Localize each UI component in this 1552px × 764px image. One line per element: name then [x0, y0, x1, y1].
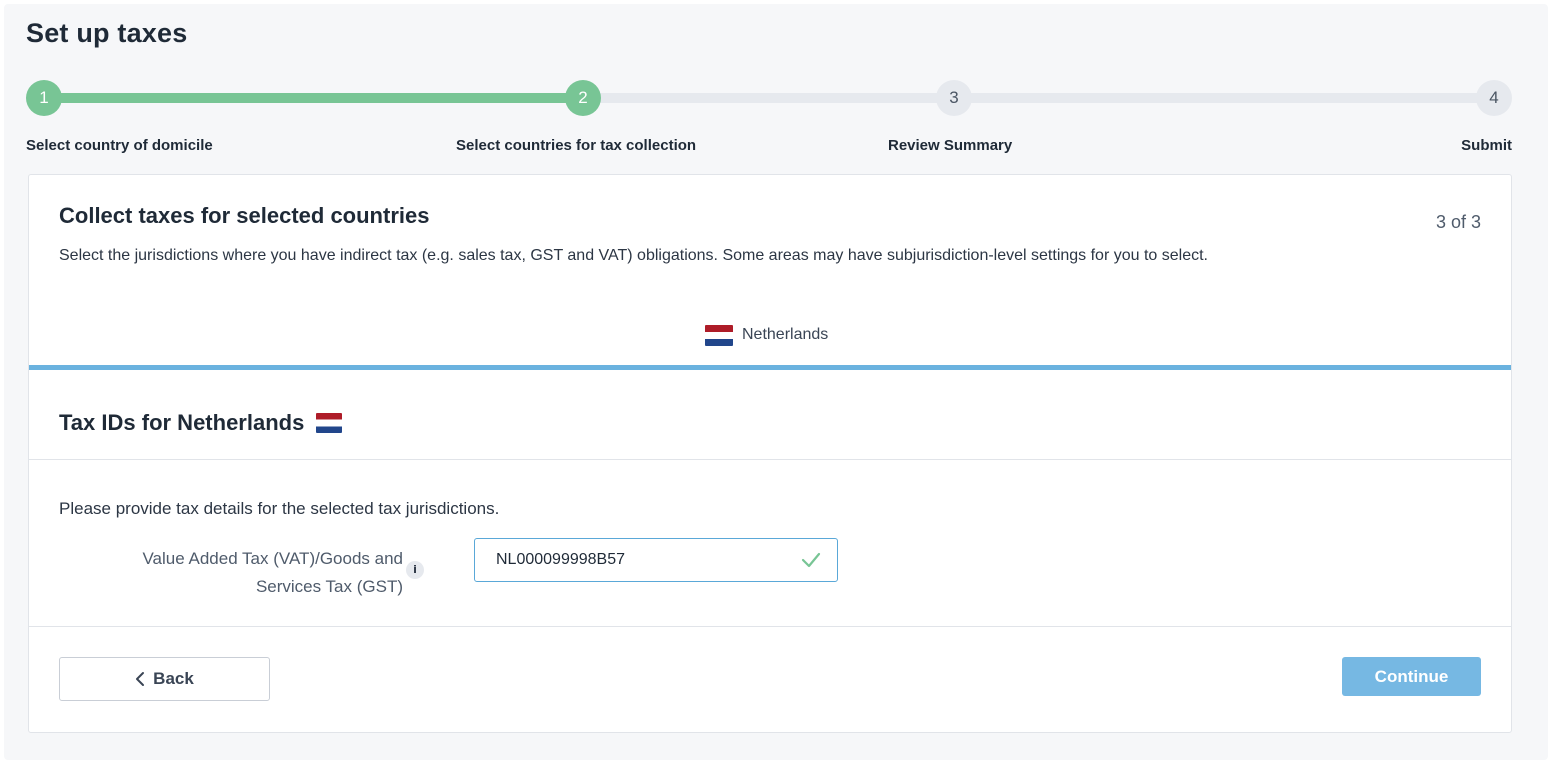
section-divider — [29, 459, 1511, 460]
step-1-label: Select country of domicile — [26, 137, 213, 154]
step-4-circle: 4 — [1476, 80, 1512, 116]
info-icon[interactable]: i — [406, 561, 424, 579]
step-3-label: Review Summary — [888, 137, 1013, 154]
active-tab-indicator — [29, 365, 1511, 370]
vat-input-wrapper — [474, 538, 838, 582]
card-description: Select the jurisdictions where you have … — [59, 247, 1208, 264]
checkmark-icon — [801, 552, 821, 568]
vat-input[interactable] — [475, 539, 795, 581]
progress-stepper: 1 2 3 4 Select country of domicile Selec… — [26, 80, 1512, 160]
tax-ids-title: Tax IDs for Netherlands — [59, 410, 305, 435]
page-container: Set up taxes 1 2 3 4 Select country of d… — [4, 4, 1548, 760]
footer-divider — [29, 626, 1511, 627]
back-button[interactable]: Back — [59, 657, 270, 701]
step-3-circle: 3 — [936, 80, 972, 116]
step-1-circle: 1 — [26, 80, 62, 116]
step-2-label: Select countries for tax collection — [456, 137, 697, 154]
tab-netherlands[interactable]: Netherlands — [705, 323, 828, 347]
card-title: Collect taxes for selected countries — [59, 203, 430, 228]
tab-netherlands-label: Netherlands — [742, 326, 829, 343]
step-2-circle: 2 — [565, 80, 601, 116]
vat-field-label-line2: Services Tax (GST) — [255, 577, 403, 596]
tax-instructions: Please provide tax details for the selec… — [59, 499, 500, 518]
step-4-label: Submit — [1461, 137, 1512, 154]
chevron-left-icon — [136, 672, 145, 686]
step-count: 3 of 3 — [1435, 212, 1481, 232]
back-button-label: Back — [153, 669, 194, 688]
tax-collection-card: Collect taxes for selected countries 3 o… — [28, 174, 1512, 733]
netherlands-flag-icon — [705, 324, 733, 346]
vat-field-label: Value Added Tax (VAT)/Goods and Services… — [69, 545, 403, 601]
netherlands-flag-icon — [316, 413, 343, 433]
page-title: Set up taxes — [26, 18, 188, 48]
tax-ids-heading: Tax IDs for Netherlands — [59, 410, 343, 436]
continue-button[interactable]: Continue — [1342, 657, 1481, 696]
vat-field-label-line1: Value Added Tax (VAT)/Goods and — [142, 549, 403, 568]
stepper-progress-fill — [44, 93, 584, 103]
